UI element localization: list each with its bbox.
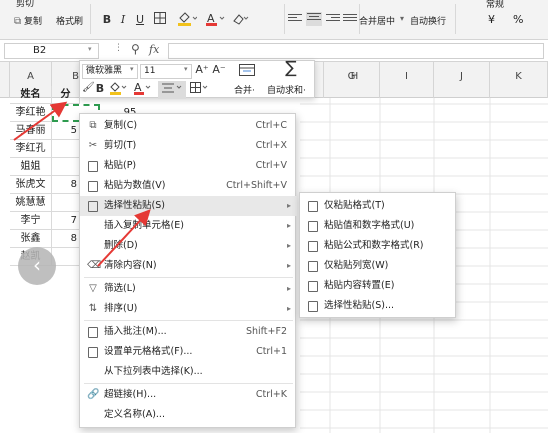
cell-name[interactable]: 姐姐	[10, 158, 52, 176]
submenu-item-paste-formula[interactable]: 粘贴公式和数字格式(R)	[300, 236, 457, 256]
fill-color-icon[interactable]	[108, 81, 128, 99]
cell-score[interactable]: 7	[52, 212, 80, 230]
font-color-icon[interactable]: A	[132, 81, 152, 99]
paste-formula-icon	[308, 241, 318, 252]
link-icon: 🔗	[87, 389, 100, 400]
paste-special-submenu: 仅粘贴格式(T) 粘贴值和数字格式(U) 粘贴公式和数字格式(R) 仅粘贴列宽(…	[299, 192, 456, 318]
paste-format-icon	[308, 201, 318, 212]
submenu-item-paste-values-number[interactable]: 粘贴值和数字格式(U)	[300, 216, 457, 236]
back-button[interactable]: ‹	[18, 247, 56, 285]
cell-name[interactable]: 张虎文	[10, 176, 52, 194]
merge-icon[interactable]	[236, 63, 258, 81]
menu-item-format-cells[interactable]: 设置单元格格式(F)... Ctrl+1	[80, 342, 297, 362]
menu-divider	[84, 277, 293, 278]
cell-name[interactable]: 李宁	[10, 212, 52, 230]
sort-icon: ⇅	[88, 303, 98, 314]
bold-icon[interactable]: B	[94, 82, 106, 96]
menu-item-hyperlink[interactable]: 🔗 超链接(H)... Ctrl+K	[80, 385, 297, 405]
grow-font-icon[interactable]: A⁺	[195, 63, 209, 77]
transpose-icon	[308, 281, 318, 292]
paste-icon	[88, 161, 98, 172]
menu-item-filter[interactable]: ▽ 筛选(L) ▸	[80, 279, 297, 299]
paste-special-icon	[88, 201, 98, 212]
cell-score[interactable]	[52, 140, 80, 158]
chevron-right-icon: ▸	[286, 304, 291, 313]
format-painter-icon[interactable]: 🖌	[82, 81, 95, 95]
chevron-right-icon: ▸	[286, 284, 291, 293]
chevron-down-icon[interactable]: ▾	[184, 65, 188, 73]
paste-values-number-icon	[308, 221, 318, 232]
chevron-right-icon: ▸	[286, 241, 291, 250]
menu-item-delete[interactable]: 删除(D) ▸	[80, 236, 297, 256]
paste-width-icon	[308, 261, 318, 272]
cell-score[interactable]: 8	[52, 176, 80, 194]
chevron-right-icon: ▸	[286, 201, 291, 210]
copy-icon: ⧉	[89, 120, 97, 131]
scissors-icon: ✂	[88, 140, 98, 151]
menu-item-paste[interactable]: 粘贴(P) Ctrl+V	[80, 156, 297, 176]
autosum-label[interactable]: 自动求和·	[267, 83, 306, 96]
border-icon[interactable]	[188, 81, 210, 99]
cell-name[interactable]: 姚慧慧	[10, 194, 52, 212]
chevron-right-icon: ▸	[286, 261, 291, 270]
cell-name[interactable]: 张鑫	[10, 230, 52, 248]
menu-item-clear[interactable]: ⌫ 清除内容(N) ▸	[80, 256, 297, 276]
comment-icon	[88, 327, 98, 338]
menu-item-pick-from-list[interactable]: 从下拉列表中选择(K)...	[80, 362, 297, 382]
cell-score[interactable]: 5	[52, 122, 80, 140]
context-menu: ⧉ 复制(C) Ctrl+C ✂ 剪切(T) Ctrl+X 粘贴(P) Ctrl…	[79, 113, 297, 428]
cell-header-score[interactable]: 分	[52, 86, 80, 104]
mini-toolbar: 微软雅黑 ▾ 11 ▾ A⁺ A⁻ 🖌 B A 合并· ∑ 自动求和·	[79, 60, 315, 99]
cell-name[interactable]: 马春丽	[10, 122, 52, 140]
menu-item-paste-special[interactable]: 选择性粘贴(S) ▸	[80, 196, 297, 216]
cell-score[interactable]	[52, 158, 80, 176]
menu-item-copy[interactable]: ⧉ 复制(C) Ctrl+C	[80, 116, 297, 136]
cell-score[interactable]	[52, 194, 80, 212]
menu-item-insert-comment[interactable]: 插入批注(M)... Shift+F2	[80, 322, 297, 342]
menu-item-insert-copied[interactable]: 插入复制单元格(E) ▸	[80, 216, 297, 236]
menu-divider	[84, 320, 293, 321]
cell-name[interactable]: 李红孔	[10, 140, 52, 158]
menu-item-cut[interactable]: ✂ 剪切(T) Ctrl+X	[80, 136, 297, 156]
menu-item-define-name[interactable]: 定义名称(A)...	[80, 405, 297, 425]
cell-score[interactable]: 8	[52, 230, 80, 248]
format-cells-icon	[88, 347, 98, 358]
cell-score[interactable]	[52, 248, 80, 266]
menu-item-sort[interactable]: ⇅ 排序(U) ▸	[80, 299, 297, 319]
submenu-item-paste-special[interactable]: 选择性粘贴(S)...	[300, 296, 457, 316]
eraser-icon: ⌫	[87, 260, 102, 271]
sum-icon[interactable]: ∑	[280, 60, 302, 77]
menu-divider	[84, 383, 293, 384]
chevron-right-icon: ▸	[286, 221, 291, 230]
filter-icon: ▽	[89, 283, 97, 294]
shrink-font-icon[interactable]: A⁻	[212, 63, 226, 77]
chevron-down-icon[interactable]: ▾	[130, 65, 134, 73]
align-icon[interactable]	[158, 81, 186, 99]
merge-label[interactable]: 合并·	[234, 83, 255, 96]
paste-special-icon	[308, 301, 318, 312]
cell-header-name[interactable]: 姓名	[10, 86, 52, 104]
submenu-item-paste-format[interactable]: 仅粘贴格式(T)	[300, 196, 457, 216]
submenu-item-transpose[interactable]: 粘贴内容转置(E)	[300, 276, 457, 296]
cell-name[interactable]: 李红艳	[10, 104, 52, 122]
menu-item-paste-values[interactable]: 粘贴为数值(V) Ctrl+Shift+V	[80, 176, 297, 196]
submenu-item-paste-width[interactable]: 仅粘贴列宽(W)	[300, 256, 457, 276]
paste-values-icon	[88, 181, 98, 192]
